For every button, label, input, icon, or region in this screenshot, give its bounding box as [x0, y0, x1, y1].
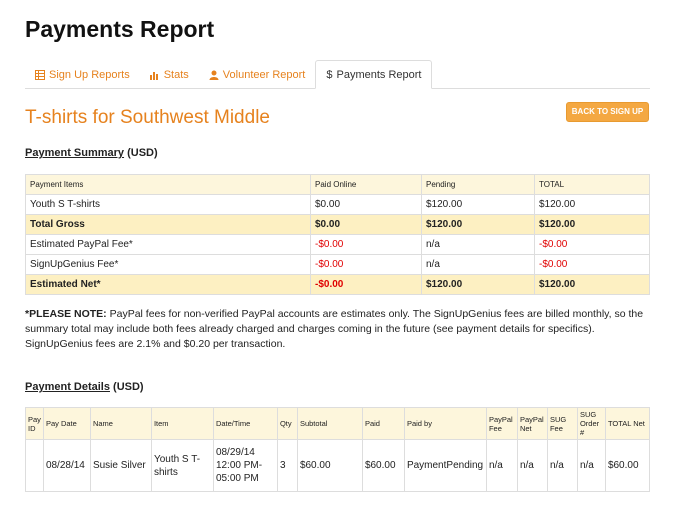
dollar-icon: $	[326, 68, 333, 81]
table-header-row: Payment Items Paid Online Pending TOTAL	[25, 174, 650, 195]
cell: n/a	[421, 254, 535, 275]
tab-sign-up-reports[interactable]: Sign Up Reports	[25, 61, 140, 88]
cell: $60.00	[296, 439, 363, 492]
cell: $120.00	[534, 274, 650, 295]
column-header: Paid	[361, 407, 405, 440]
cell: $60.00	[604, 439, 651, 492]
cell: $120.00	[534, 214, 650, 235]
cell: Estimated Net*	[25, 274, 311, 295]
cell: 08/29/14 12:00 PM-05:00 PM	[212, 439, 278, 492]
tab-label: Payments Report	[336, 68, 422, 81]
cell: -$0.00	[534, 254, 650, 275]
cell: Susie Silver	[89, 439, 152, 492]
cell: $120.00	[421, 274, 535, 295]
cell: $120.00	[421, 194, 535, 215]
cell: -$0.00	[310, 254, 422, 275]
table-row: Total Gross $0.00 $120.00 $120.00	[25, 214, 650, 235]
report-tabs: Sign Up Reports Stats Volunteer Report $…	[25, 60, 650, 89]
cell: PaymentPending	[403, 439, 487, 492]
table-row: Estimated Net* -$0.00 $120.00 $120.00	[25, 274, 650, 295]
tab-label: Volunteer Report	[222, 68, 306, 81]
payment-summary-table: Payment Items Paid Online Pending TOTAL …	[25, 174, 650, 295]
column-header: TOTAL	[534, 174, 650, 195]
cell: Youth S T-shirts	[25, 194, 311, 215]
fee-note: *PLEASE NOTE: PayPal fees for non-verifi…	[25, 307, 650, 352]
cell: n/a	[421, 234, 535, 255]
cell: $120.00	[534, 194, 650, 215]
cell: $120.00	[421, 214, 535, 235]
column-header: Paid Online	[310, 174, 422, 195]
column-header: Pay Date	[42, 407, 91, 440]
column-header: SUG Order #	[576, 407, 606, 440]
cell	[25, 439, 44, 492]
payment-summary-heading: Payment Summary (USD)	[25, 147, 158, 159]
bar-chart-icon	[149, 70, 160, 80]
table-row: SignUpGenius Fee* -$0.00 n/a -$0.00	[25, 254, 650, 275]
column-header: SUG Fee	[546, 407, 578, 440]
note-text: PayPal fees for non-verified PayPal acco…	[25, 308, 644, 350]
tab-label: Sign Up Reports	[49, 68, 130, 81]
cell: n/a	[546, 439, 578, 492]
table-row: Youth S T-shirts $0.00 $120.00 $120.00	[25, 194, 650, 215]
payment-details-table: Pay ID Pay Date Name Item Date/Time Qty …	[25, 407, 651, 492]
column-header: Name	[89, 407, 152, 440]
table-header-row: Pay ID Pay Date Name Item Date/Time Qty …	[25, 407, 651, 440]
page-title: Payments Report	[25, 16, 215, 42]
column-header: Paid by	[403, 407, 487, 440]
tab-stats[interactable]: Stats	[140, 61, 199, 88]
cell: 08/28/14	[42, 439, 91, 492]
cell: -$0.00	[310, 274, 422, 295]
column-header: PayPal Net	[516, 407, 548, 440]
cell: Youth S T-shirts	[150, 439, 214, 492]
cell: 3	[276, 439, 298, 492]
cell: $0.00	[310, 214, 422, 235]
person-icon	[209, 70, 219, 80]
column-header: Qty	[276, 407, 298, 440]
column-header: Payment Items	[25, 174, 311, 195]
tab-volunteer-report[interactable]: Volunteer Report	[199, 61, 316, 88]
back-to-sign-up-button[interactable]: BACK TO SIGN UP	[566, 102, 649, 122]
note-label: *PLEASE NOTE:	[25, 308, 107, 320]
column-header: PayPal Fee	[485, 407, 518, 440]
cell: n/a	[485, 439, 518, 492]
column-header: TOTAL Net	[604, 407, 651, 440]
cell: Total Gross	[25, 214, 311, 235]
section-title: T-shirts for Southwest Middle	[25, 107, 270, 128]
cell: n/a	[516, 439, 548, 492]
cell: -$0.00	[310, 234, 422, 255]
tab-label: Stats	[163, 68, 189, 81]
cell: $60.00	[361, 439, 405, 492]
cell: n/a	[576, 439, 606, 492]
cell: SignUpGenius Fee*	[25, 254, 311, 275]
tab-payments-report[interactable]: $ Payments Report	[315, 60, 433, 89]
column-header: Pending	[421, 174, 535, 195]
payment-details-heading: Payment Details (USD)	[25, 381, 144, 393]
column-header: Item	[150, 407, 214, 440]
cell: $0.00	[310, 194, 422, 215]
sheet-icon	[35, 69, 45, 80]
column-header: Date/Time	[212, 407, 278, 440]
table-row: 08/28/14 Susie Silver Youth S T-shirts 0…	[25, 439, 651, 492]
column-header: Pay ID	[25, 407, 44, 440]
column-header: Subtotal	[296, 407, 363, 440]
table-row: Estimated PayPal Fee* -$0.00 n/a -$0.00	[25, 234, 650, 255]
cell: -$0.00	[534, 234, 650, 255]
cell: Estimated PayPal Fee*	[25, 234, 311, 255]
